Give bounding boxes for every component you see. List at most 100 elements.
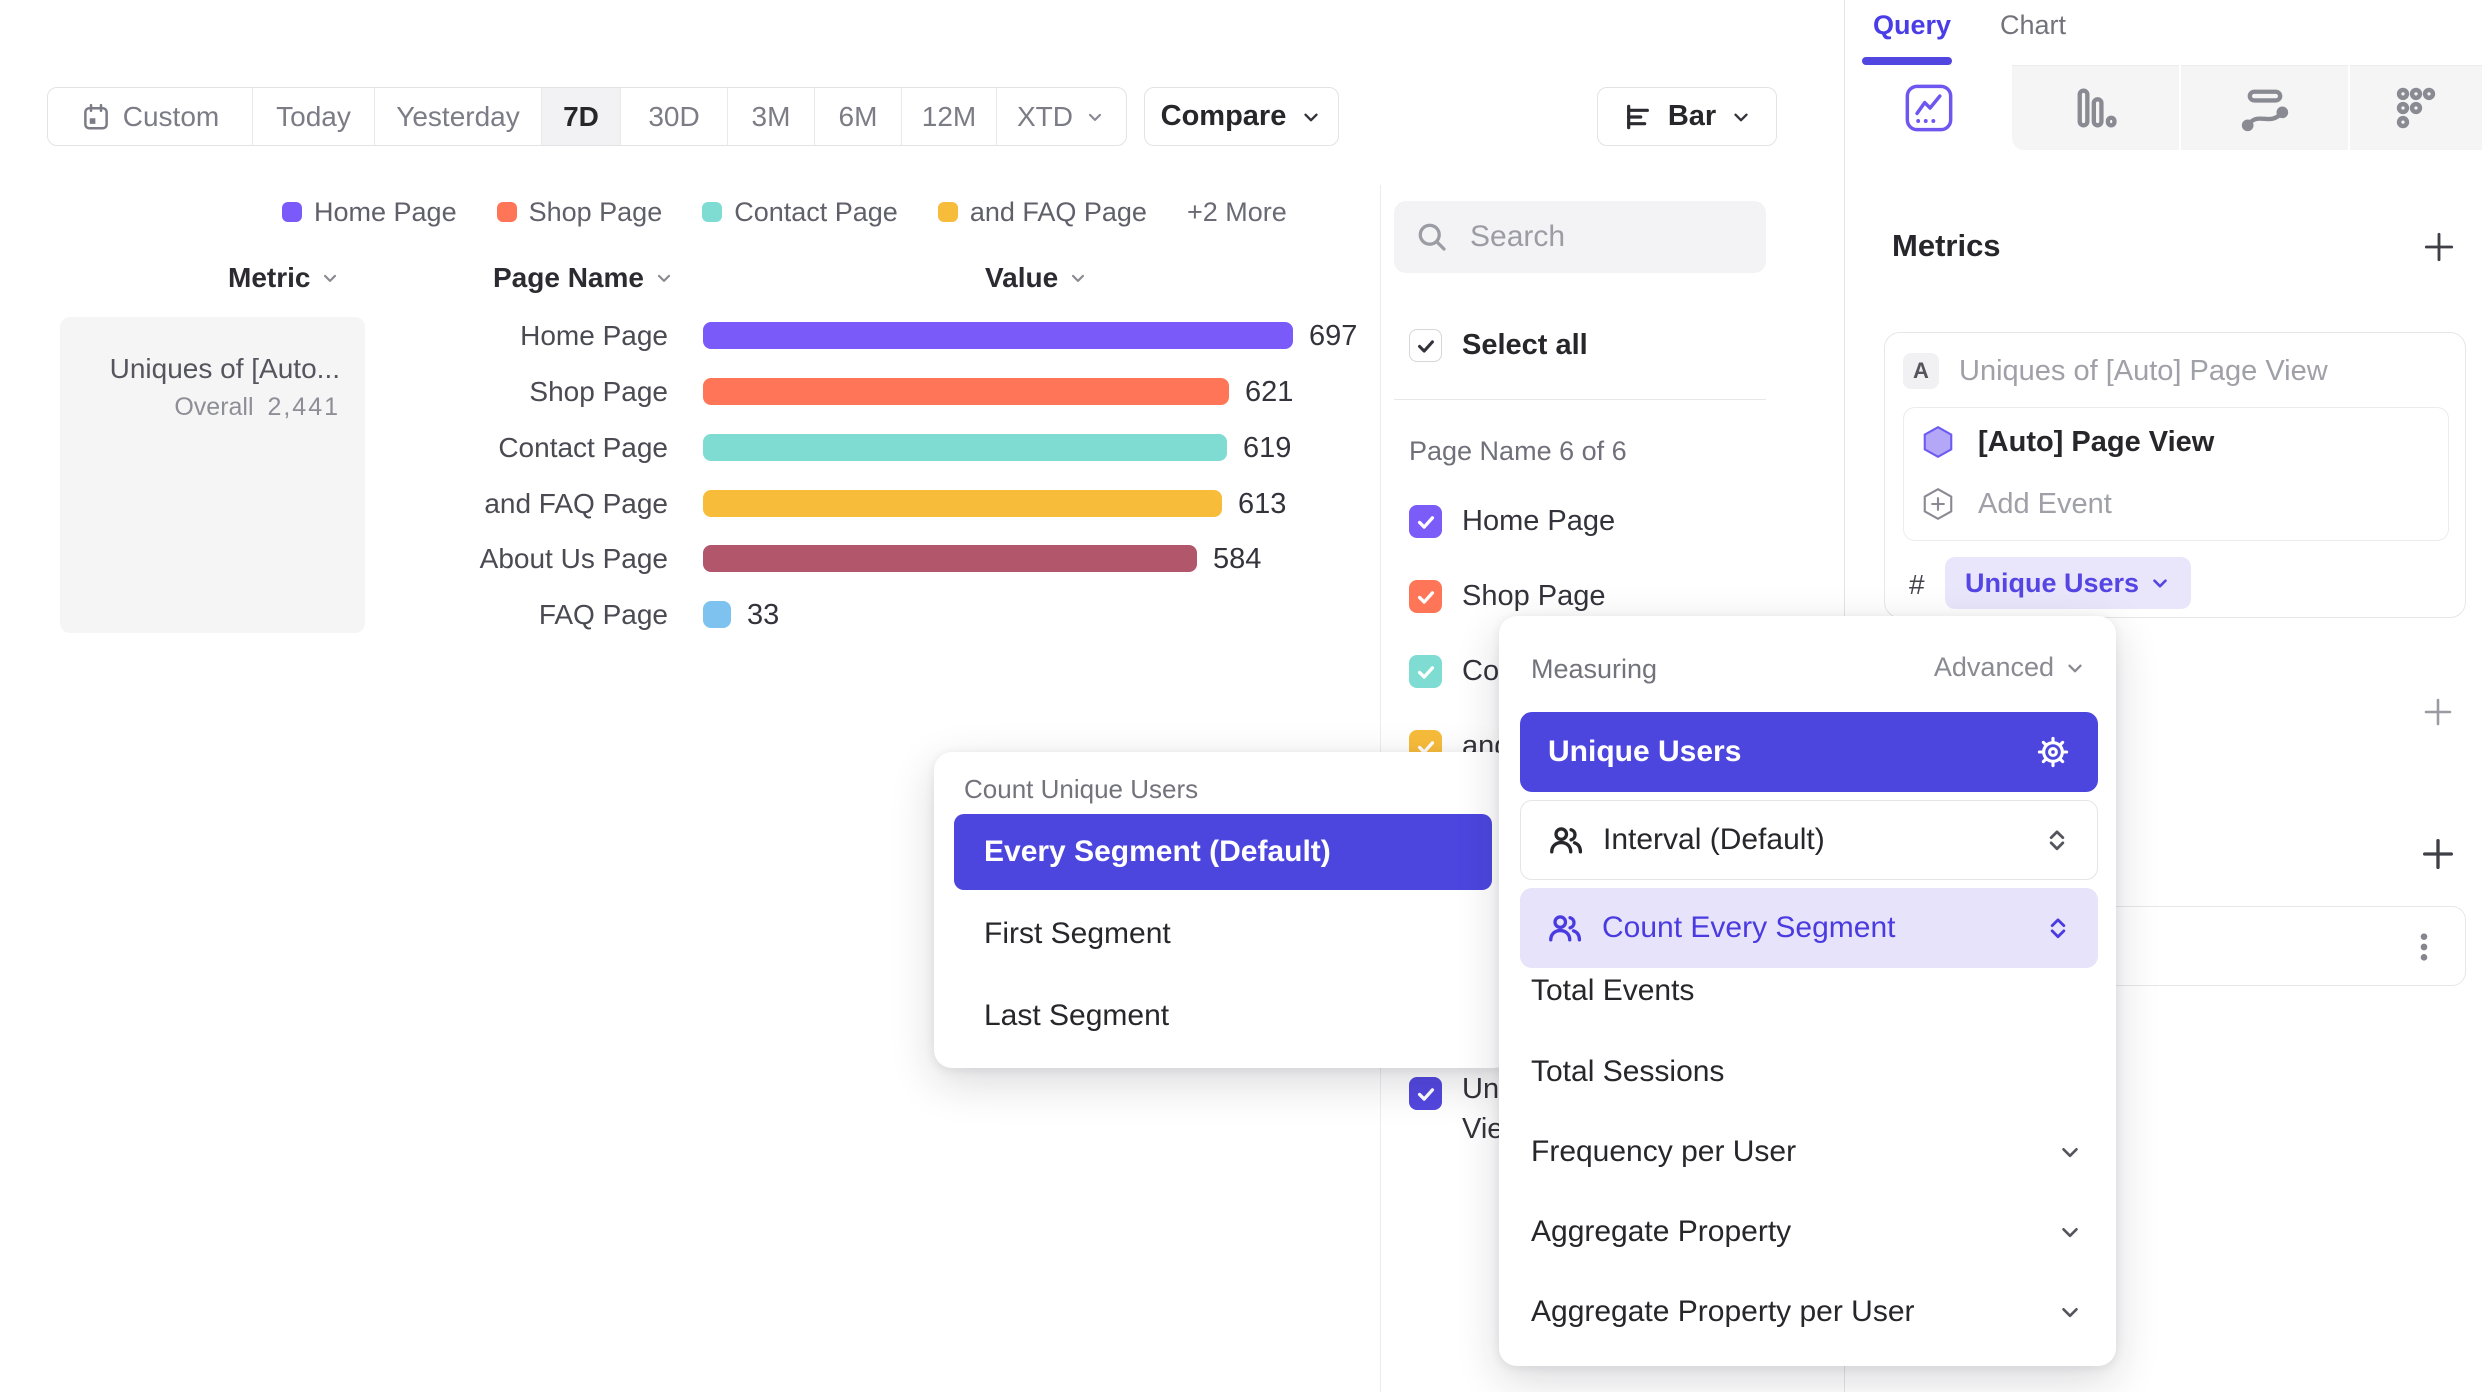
measuring-option-frequency-per-user[interactable]: Frequency per User bbox=[1531, 1134, 2083, 1170]
metrics-heading: Metrics bbox=[1892, 228, 2001, 264]
filter-section-label: Page Name 6 of 6 bbox=[1409, 436, 1627, 467]
funnels-icon bbox=[2070, 82, 2122, 134]
date-range-6m[interactable]: 6M bbox=[815, 88, 902, 145]
bar[interactable] bbox=[703, 601, 731, 628]
users-icon bbox=[1546, 909, 1584, 947]
advanced-toggle[interactable]: Advanced bbox=[1934, 652, 2086, 683]
bar[interactable] bbox=[703, 434, 1227, 461]
unique-users-chip[interactable]: Unique Users bbox=[1945, 557, 2191, 609]
legend-item[interactable]: Home Page bbox=[282, 197, 457, 228]
segment-popover: Count Unique Users Every Segment (Defaul… bbox=[934, 752, 1512, 1068]
tab-retention[interactable] bbox=[2350, 65, 2482, 150]
add-breakdown-button[interactable] bbox=[2418, 834, 2458, 874]
bar-value: 619 bbox=[1243, 432, 1291, 465]
count-every-segment-selector[interactable]: Count Every Segment bbox=[1520, 888, 2098, 968]
checkbox-checked[interactable] bbox=[1409, 505, 1442, 538]
select-all-row[interactable]: Select all bbox=[1409, 329, 1588, 362]
chevron-down-icon bbox=[2057, 1219, 2083, 1245]
chevron-down-icon bbox=[1068, 268, 1088, 288]
tab-insights[interactable] bbox=[1845, 65, 2012, 150]
chevron-down-icon bbox=[320, 268, 340, 288]
calendar-icon bbox=[81, 102, 111, 132]
event-row[interactable]: [Auto] Page View bbox=[1920, 420, 2214, 464]
chevron-down-icon bbox=[1085, 107, 1105, 127]
metric-badge: A bbox=[1903, 353, 1939, 389]
legend-more[interactable]: +2 More bbox=[1187, 197, 1287, 228]
bar[interactable] bbox=[703, 378, 1229, 405]
metric-card-header[interactable]: A Uniques of [Auto] Page View bbox=[1903, 353, 2328, 389]
metric-card-title: Uniques of [Auto] Page View bbox=[1959, 355, 2328, 388]
add-metric-button[interactable] bbox=[2420, 228, 2458, 266]
add-filter-button[interactable] bbox=[2420, 694, 2456, 730]
filter-item-truncated[interactable] bbox=[1409, 1077, 1442, 1110]
bar[interactable] bbox=[703, 490, 1222, 517]
chart-type-button[interactable]: Bar bbox=[1597, 87, 1777, 146]
measuring-option-total-events[interactable]: Total Events bbox=[1531, 973, 2083, 1009]
filter-item-shop-page[interactable]: Shop Page bbox=[1409, 580, 1606, 613]
chevron-down-icon bbox=[654, 268, 674, 288]
date-range-12m[interactable]: 12M bbox=[902, 88, 997, 145]
updown-chevrons-icon bbox=[2044, 914, 2072, 942]
date-range-yesterday[interactable]: Yesterday bbox=[375, 88, 542, 145]
checkbox-checked[interactable] bbox=[1409, 580, 1442, 613]
legend-item[interactable]: and FAQ Page bbox=[938, 197, 1147, 228]
checkbox-checked[interactable] bbox=[1409, 655, 1442, 688]
add-event-row[interactable]: Add Event bbox=[1920, 482, 2112, 526]
bar[interactable] bbox=[703, 545, 1197, 572]
tab-chart[interactable]: Chart bbox=[2000, 10, 2066, 41]
row-label: Contact Page bbox=[380, 432, 668, 464]
measuring-option-aggregate-property[interactable]: Aggregate Property bbox=[1531, 1214, 2083, 1250]
metric-summary-card[interactable]: Uniques of [Auto... Overall 2,441 bbox=[60, 317, 365, 633]
search-icon bbox=[1414, 219, 1450, 255]
kebab-menu-icon[interactable] bbox=[2405, 928, 2443, 966]
measuring-option-unique-users[interactable]: Unique Users bbox=[1520, 712, 2098, 792]
measuring-title: Measuring bbox=[1531, 654, 1657, 685]
date-range-today[interactable]: Today bbox=[253, 88, 375, 145]
users-icon bbox=[1547, 821, 1585, 859]
tab-query[interactable]: Query bbox=[1873, 10, 1951, 41]
row-label: Shop Page bbox=[380, 376, 668, 408]
active-tab-underline bbox=[1862, 57, 1952, 65]
segment-option-every-segment[interactable]: Every Segment (Default) bbox=[954, 814, 1492, 890]
legend-item[interactable]: Contact Page bbox=[702, 197, 898, 228]
interval-selector[interactable]: Interval (Default) bbox=[1520, 800, 2098, 880]
date-range-3m[interactable]: 3M bbox=[728, 88, 815, 145]
measuring-popover: Measuring Advanced Unique Users Inter bbox=[1499, 616, 2116, 1366]
updown-chevrons-icon bbox=[2043, 826, 2071, 854]
compare-button[interactable]: Compare bbox=[1144, 87, 1339, 146]
add-event-hexagon-icon bbox=[1920, 486, 1956, 522]
legend-item[interactable]: Shop Page bbox=[497, 197, 663, 228]
chevron-down-icon bbox=[2057, 1299, 2083, 1325]
column-header-metric[interactable]: Metric bbox=[228, 262, 340, 294]
tab-funnels[interactable] bbox=[2012, 65, 2179, 150]
metric-title: Uniques of [Auto... bbox=[80, 353, 340, 385]
legend-swatch bbox=[938, 202, 958, 222]
add-event-label: Add Event bbox=[1978, 488, 2112, 521]
bar[interactable] bbox=[703, 322, 1293, 349]
measuring-option-aggregate-property-per-user[interactable]: Aggregate Property per User bbox=[1531, 1294, 2083, 1330]
date-range-7d[interactable]: 7D bbox=[542, 88, 621, 145]
column-header-page-name[interactable]: Page Name bbox=[493, 262, 674, 294]
date-range-custom[interactable]: Custom bbox=[48, 88, 253, 145]
date-range-xtd[interactable]: XTD bbox=[997, 88, 1125, 145]
chevron-down-icon bbox=[1730, 106, 1752, 128]
bar-value: 613 bbox=[1238, 488, 1286, 521]
legend-swatch bbox=[497, 202, 517, 222]
checkbox-checked[interactable] bbox=[1409, 1077, 1442, 1110]
metric-card: A Uniques of [Auto] Page View [Auto] Pag… bbox=[1884, 332, 2466, 618]
chevron-down-icon bbox=[2057, 1139, 2083, 1165]
bar-value: 584 bbox=[1213, 543, 1261, 576]
flows-icon bbox=[2239, 82, 2291, 134]
select-all-checkbox[interactable] bbox=[1409, 329, 1442, 362]
column-header-value[interactable]: Value bbox=[985, 262, 1088, 294]
filter-item-home-page[interactable]: Home Page bbox=[1409, 505, 1615, 538]
segment-option-first-segment[interactable]: First Segment bbox=[984, 916, 1171, 952]
segment-option-last-segment[interactable]: Last Segment bbox=[984, 998, 1169, 1034]
measuring-option-total-sessions[interactable]: Total Sessions bbox=[1531, 1054, 2083, 1090]
gear-icon[interactable] bbox=[2036, 735, 2070, 769]
date-range-30d[interactable]: 30D bbox=[621, 88, 728, 145]
event-hexagon-icon bbox=[1920, 424, 1956, 460]
segment-popover-title: Count Unique Users bbox=[964, 774, 1198, 805]
bar-value: 33 bbox=[747, 599, 779, 632]
tab-flows[interactable] bbox=[2181, 65, 2348, 150]
